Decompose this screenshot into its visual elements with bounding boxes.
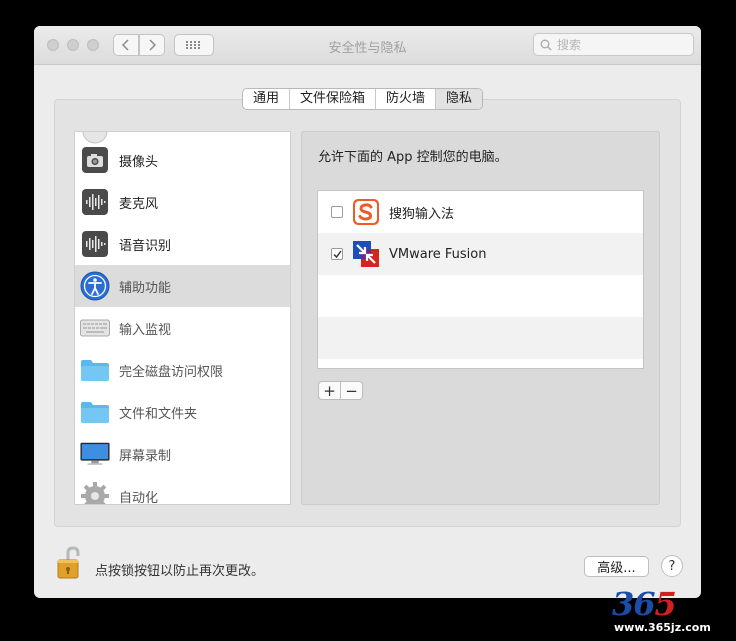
tab-firewall[interactable]: 防火墙 [376,89,437,109]
title-bar: 安全性与隐私 搜索 [34,26,701,65]
tab-general[interactable]: 通用 [243,89,291,109]
empty-row [318,275,643,317]
watermark-url: www.365jz.com [614,621,711,634]
app-checkbox[interactable] [331,206,343,218]
sidebar-item-label: 语音识别 [119,238,172,254]
preferences-window: 安全性与隐私 搜索 通用 文件保险箱 防火墙 隐私 摄像头 麦克风 语音识别 辅… [34,26,701,598]
remove-app-button[interactable]: − [341,382,362,400]
sidebar-item-speech-recognition[interactable]: 语音识别 [75,223,290,265]
privacy-category-list[interactable]: 摄像头 麦克风 语音识别 辅助功能 输入监视 完全磁盘访问权限 文件和文件夹 屏… [74,131,291,505]
camera-icon [80,145,110,175]
sidebar-item-screen-recording[interactable]: 屏幕录制 [75,433,290,475]
app-permission-pane: 允许下面的 App 控制您的电脑。 搜狗输入法 VMware Fusion + … [301,131,660,505]
watermark: 365 www.365jz.com [612,585,732,637]
keyboard-icon [80,313,110,343]
speech-recognition-icon [80,229,110,259]
sidebar-item-label: 文件和文件夹 [119,406,198,422]
app-name: 搜狗输入法 [389,206,455,222]
tab-privacy[interactable]: 隐私 [436,89,483,109]
sidebar-item-label: 辅助功能 [119,280,172,296]
folder-icon [80,397,110,427]
tab-filevault[interactable]: 文件保险箱 [290,89,377,109]
lock-hint-text: 点按锁按钮以防止再次更改。 [95,564,265,579]
list-item[interactable]: 搜狗输入法 [318,191,643,233]
sidebar-item-label: 输入监视 [119,322,172,338]
unlocked-padlock-icon [57,546,80,579]
watermark-logo: 365 [612,585,677,623]
tab-bar: 通用 文件保险箱 防火墙 隐私 [242,88,484,110]
search-icon [540,39,552,50]
app-list[interactable]: 搜狗输入法 VMware Fusion [317,190,644,369]
checkmark-icon [333,250,342,258]
sidebar-item-full-disk-access[interactable]: 完全磁盘访问权限 [75,349,290,391]
sidebar-item-camera[interactable]: 摄像头 [75,139,290,181]
add-app-button[interactable]: + [319,382,341,400]
sidebar-item-label: 屏幕录制 [119,448,172,464]
sidebar-item-accessibility[interactable]: 辅助功能 [75,265,290,307]
app-name: VMware Fusion [389,246,487,262]
sidebar-item-label: 完全磁盘访问权限 [119,364,224,380]
accessibility-icon [80,271,110,301]
help-button[interactable]: ? [661,555,683,577]
sidebar-item-label: 自动化 [119,490,159,505]
search-field[interactable]: 搜索 [533,33,694,56]
app-checkbox-checked[interactable] [331,248,343,260]
sidebar-item-files-and-folders[interactable]: 文件和文件夹 [75,391,290,433]
sidebar-item-automation[interactable]: 自动化 [75,475,290,505]
display-icon [80,439,110,469]
sidebar-item-microphone[interactable]: 麦克风 [75,181,290,223]
sidebar-item-label: 麦克风 [119,196,159,212]
empty-row [318,317,643,359]
folder-icon [80,355,110,385]
sidebar-item-input-monitoring[interactable]: 输入监视 [75,307,290,349]
add-remove-control: + − [318,381,363,400]
gear-icon [80,481,110,504]
sogou-icon [352,198,380,226]
advanced-button[interactable]: 高级... [584,556,649,577]
permission-description: 允许下面的 App 控制您的电脑。 [318,150,508,165]
list-item[interactable]: VMware Fusion [318,233,643,275]
vmware-fusion-icon [352,240,380,268]
lock-button[interactable] [54,546,86,580]
microphone-icon [80,187,110,217]
sidebar-item-label: 摄像头 [119,154,159,170]
search-placeholder: 搜索 [557,38,582,52]
